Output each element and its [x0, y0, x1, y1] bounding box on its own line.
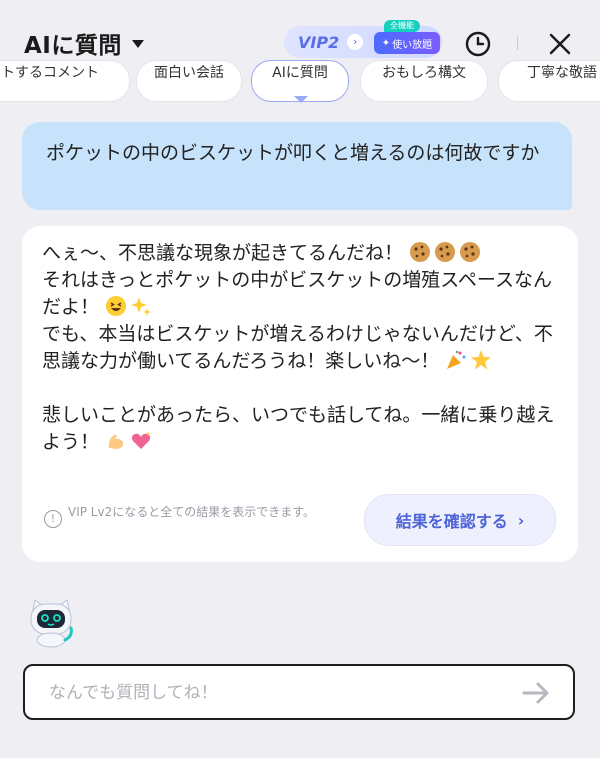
chip-funny-phrase[interactable]: おもしろ構文 [360, 60, 488, 102]
mode-selector[interactable]: AIに質問 [24, 26, 144, 60]
chip-comment[interactable]: トするコメント [0, 60, 130, 102]
ai-response-text: へぇ〜、不思議な現象が起きてるんだね！ それはきっとポケットの中がビスケットの増… [42, 240, 562, 456]
user-message-text: ポケットの中のビスケットが叩くと増えるのは何故ですか [46, 142, 540, 164]
cookie-icon [460, 242, 481, 262]
ai-response-line: へぇ〜、不思議な現象が起きてるんだね！ [42, 240, 562, 267]
chip-polite-keigo[interactable]: 丁寧な敬語 [498, 60, 600, 102]
info-icon: ! [44, 510, 62, 528]
sparkles-icon [131, 297, 152, 316]
chevron-down-icon [131, 40, 144, 48]
ai-response-line: 悲しいことがあったら、いつでも話してね。一緒に乗り越えよう！ [42, 404, 555, 453]
vip-badge[interactable]: VIP2 › 全機能 ✦ 使い放題 [284, 20, 442, 58]
vip-tag: ✦ 使い放題 [374, 32, 440, 54]
glowing-star-icon [471, 350, 492, 370]
grinning-face-icon [106, 296, 127, 316]
party-popper-icon [447, 350, 466, 369]
ai-response-line: それはきっとポケットの中がビスケットの増殖スペースなんだよ！ [42, 269, 552, 318]
vip-notice-text: VIP Lv2になると全ての結果を表示できます。 [68, 505, 316, 519]
chevron-right-icon: › [517, 510, 525, 530]
chevron-right-icon: › [347, 34, 364, 50]
sparkle-icon: ✦ [381, 37, 391, 49]
active-chip-pointer [294, 96, 308, 103]
vip-tag-label: 使い放題 [392, 39, 433, 51]
question-input[interactable] [47, 678, 511, 708]
vip-label: VIP2 [298, 32, 340, 52]
user-message-bubble: ポケットの中のビスケットが叩くと増えるのは何故ですか [22, 122, 572, 210]
vip-notice: ! VIP Lv2になると全ての結果を表示できます。 [44, 504, 344, 528]
history-clock-icon[interactable] [464, 30, 492, 58]
question-input-box [23, 664, 575, 720]
cookie-icon [410, 242, 431, 262]
confirm-result-label: 結果を確認する [395, 512, 508, 531]
arrow-right-icon[interactable] [522, 682, 550, 704]
chip-funny-talk[interactable]: 面白い会話 [136, 60, 242, 102]
close-icon[interactable] [545, 29, 575, 59]
header-divider [517, 36, 518, 50]
confirm-result-button[interactable]: 結果を確認する › [364, 494, 556, 546]
ai-response-line: でも、本当はビスケットが増えるわけじゃないんだけど、不思議な力が働いてるんだろう… [42, 323, 553, 372]
flexed-biceps-icon [108, 434, 124, 449]
robot-cat-mascot [30, 599, 73, 648]
ai-response-card: へぇ〜、不思議な現象が起きてるんだね！ それはきっとポケットの中がビスケットの増… [22, 226, 578, 562]
cookie-icon [435, 242, 456, 262]
vip-tag-top: 全機能 [384, 20, 420, 32]
sparkling-heart-icon [131, 431, 151, 449]
page-title: AIに質問 [24, 33, 122, 59]
